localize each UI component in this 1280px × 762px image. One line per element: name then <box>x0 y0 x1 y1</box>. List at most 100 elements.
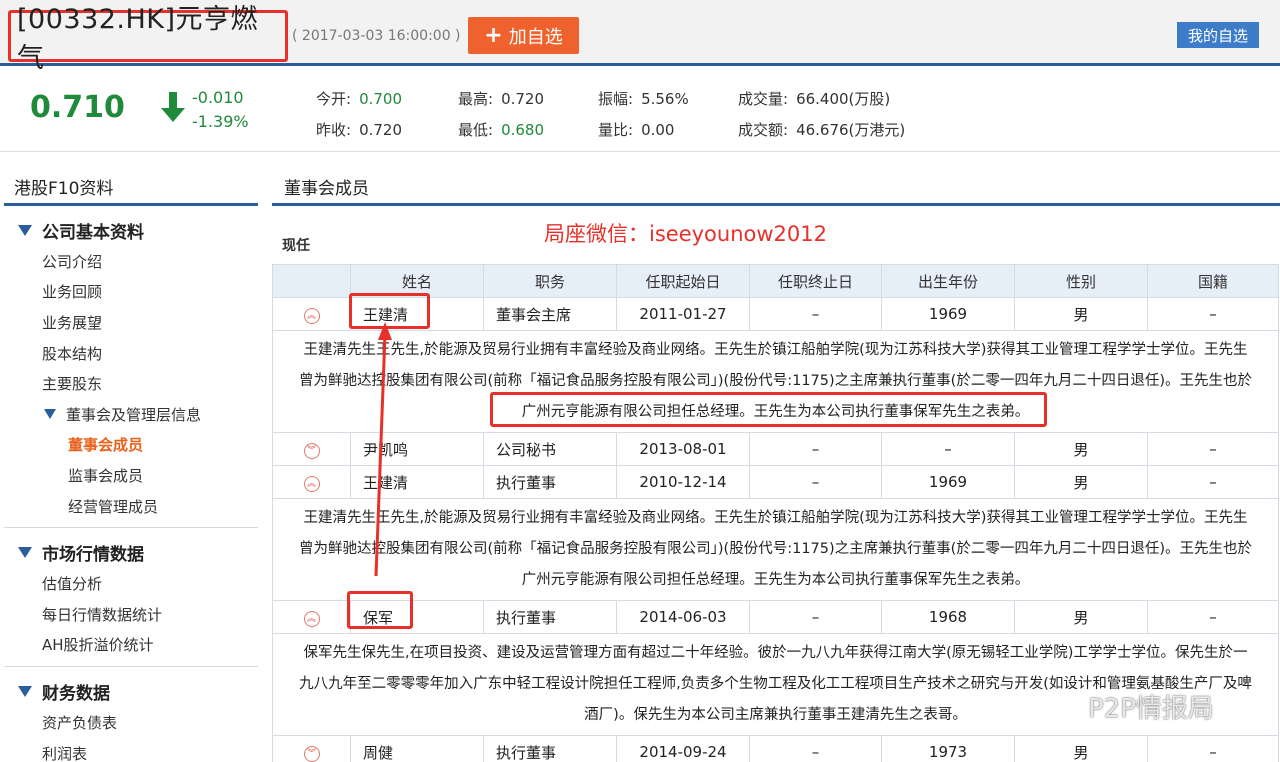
member-birth-year: 1973 <box>881 735 1015 762</box>
sidebar-item-ah-premium[interactable]: AH股折溢价统计 <box>4 630 258 661</box>
stock-title: [00332.HK]元亨燃气 <box>8 4 288 74</box>
member-end-date: – <box>749 600 882 634</box>
change-percent: -1.39% <box>192 112 249 131</box>
last-price: 0.710 <box>30 90 125 125</box>
sidebar-item-company-intro[interactable]: 公司介绍 <box>4 246 258 277</box>
sidebar-item-daily-stats[interactable]: 每日行情数据统计 <box>4 599 258 630</box>
stat-high: 最高: 0.720 <box>458 90 545 108</box>
sidebar-section-finance-header[interactable]: 财务数据 <box>4 675 258 707</box>
collapse-toggle[interactable]: ︽ <box>272 297 351 331</box>
watermark-text: P2P情报局 <box>1088 694 1214 724</box>
wechat-icon <box>1041 692 1081 721</box>
bio-line: 王建清先生王先生,於能源及贸易行业拥有丰富经验及商业网络。王先生於镇江船舶学院(… <box>303 510 1248 526</box>
quote-panel: 0.710 -0.010 -1.39% 今开: 0.700 最高: 0.720 振幅… <box>0 70 1280 152</box>
bio-row: 王建清先生王先生,於能源及贸易行业拥有丰富经验及商业网络。王先生於镇江船舶学院(… <box>272 498 1279 601</box>
chevron-down-icon: ︾ <box>303 746 320 762</box>
sidebar-section-market: 市场行情数据 估值分析 每日行情数据统计 AH股折溢价统计 <box>4 536 258 668</box>
add-to-watchlist-button[interactable]: + 加自选 <box>468 17 579 54</box>
stat-turnover: 成交额: 46.676(万港元) <box>738 121 906 139</box>
expand-toggle[interactable]: ︾ <box>272 432 351 466</box>
column-header <box>272 264 351 298</box>
sidebar-section-finance: 财务数据 资产负债表 利润表 <box>4 675 258 762</box>
column-header: 任职终止日 <box>749 264 882 298</box>
my-watchlist-button[interactable]: 我的自选 <box>1177 22 1259 48</box>
sidebar-item-supervisors[interactable]: 监事会成员 <box>4 460 258 491</box>
sidebar-item-share-structure[interactable]: 股本结构 <box>4 338 258 369</box>
section-title: 董事会成员 <box>272 170 1280 206</box>
sidebar-item-board-members[interactable]: 董事会成员 <box>4 430 258 461</box>
bio-line: 王建清先生王先生,於能源及贸易行业拥有丰富经验及商业网络。王先生於镇江船舶学院(… <box>303 342 1248 358</box>
member-end-date: – <box>749 465 882 499</box>
member-position: 执行董事 <box>483 735 617 762</box>
sidebar-item-income-statement[interactable]: 利润表 <box>4 738 258 762</box>
highlight-box-name <box>347 591 413 629</box>
member-position: 执行董事 <box>483 600 617 634</box>
member-start-date: 2013-08-01 <box>616 432 750 466</box>
f10-sidebar: 港股F10资料 公司基本资料 公司介绍 业务回顾 业务展望 股本结构 主要股东 … <box>4 170 258 762</box>
column-header: 职务 <box>483 264 617 298</box>
add-to-watchlist-label: 加自选 <box>508 26 563 48</box>
member-nationality: – <box>1147 465 1279 499</box>
current-label: 现任 <box>282 238 310 254</box>
column-header: 出生年份 <box>881 264 1015 298</box>
sidebar-section-company-header[interactable]: 公司基本资料 <box>4 214 258 246</box>
member-position: 董事会主席 <box>483 297 617 331</box>
column-header: 国籍 <box>1147 264 1279 298</box>
member-gender: 男 <box>1014 465 1148 499</box>
sidebar-title: 港股F10资料 <box>4 170 258 206</box>
sidebar-group-management[interactable]: 董事会及管理层信息 <box>4 399 258 430</box>
stat-open: 今开: 0.700 <box>316 90 403 108</box>
watermark: P2P情报局 <box>1040 688 1214 725</box>
change-value: -0.010 <box>192 88 244 107</box>
collapse-toggle[interactable]: ︽ <box>272 600 351 634</box>
column-header: 任职起始日 <box>616 264 750 298</box>
expand-toggle[interactable]: ︾ <box>272 735 351 762</box>
member-gender: 男 <box>1014 432 1148 466</box>
price-change: -0.010 -1.39% <box>192 86 249 134</box>
sidebar-item-balance-sheet[interactable]: 资产负债表 <box>4 707 258 738</box>
member-end-date: – <box>749 735 882 762</box>
sidebar-section-market-header[interactable]: 市场行情数据 <box>4 536 258 568</box>
chevron-up-icon: ︽ <box>303 611 320 628</box>
section-label: 公司基本资料 <box>42 222 144 243</box>
table-row: ︾ 周健 执行董事 2014-09-24 – 1973 男 – <box>272 735 1279 762</box>
member-birth-year: 1969 <box>881 297 1015 331</box>
member-start-date: 2014-09-24 <box>616 735 750 762</box>
triangle-down-icon <box>44 409 56 420</box>
member-nationality: – <box>1147 432 1279 466</box>
stat-low: 最低: 0.680 <box>458 121 545 139</box>
sidebar-item-major-shareholders[interactable]: 主要股东 <box>4 368 258 399</box>
section-label: 财务数据 <box>42 683 110 704</box>
annotation-arrow-icon <box>374 322 392 577</box>
section-label: 市场行情数据 <box>42 544 144 565</box>
collapse-toggle[interactable]: ︽ <box>272 465 351 499</box>
member-birth-year: 1968 <box>881 600 1015 634</box>
sidebar-item-valuation[interactable]: 估值分析 <box>4 568 258 599</box>
member-name: 周健 <box>350 735 484 762</box>
triangle-down-icon <box>18 224 32 236</box>
sidebar-item-business-outlook[interactable]: 业务展望 <box>4 307 258 338</box>
member-start-date: 2010-12-14 <box>616 465 750 499</box>
plus-icon: + <box>484 22 503 48</box>
quote-timestamp: ( 2017-03-03 16:00:00 ) <box>292 28 461 44</box>
highlight-box-bio <box>490 392 1047 427</box>
member-gender: 男 <box>1014 297 1148 331</box>
sidebar-section-company: 公司基本资料 公司介绍 业务回顾 业务展望 股本结构 主要股东 董事会及管理层信… <box>4 214 258 529</box>
member-position: 执行董事 <box>483 465 617 499</box>
chevron-up-icon: ︽ <box>303 308 320 325</box>
sidebar-item-business-review[interactable]: 业务回顾 <box>4 277 258 308</box>
member-end-date: – <box>749 297 882 331</box>
overlay-wechat-text: 局座微信：iseeyounow2012 <box>544 222 827 246</box>
group-label: 董事会及管理层信息 <box>66 405 202 424</box>
member-nationality: – <box>1147 600 1279 634</box>
stat-volume: 成交量: 66.400(万股) <box>738 90 891 108</box>
bio-line: 广州元亨能源有限公司担任总经理。王先生为本公司执行董事保军先生之表弟。 <box>521 572 1030 588</box>
member-gender: 男 <box>1014 735 1148 762</box>
arrow-down-icon <box>161 92 185 122</box>
sidebar-item-executives[interactable]: 经营管理成员 <box>4 491 258 522</box>
stock-header: [00332.HK]元亨燃气 ( 2017-03-03 16:00:00 ) +… <box>0 0 1280 74</box>
triangle-down-icon <box>18 546 32 558</box>
member-nationality: – <box>1147 297 1279 331</box>
member-birth-year: 1969 <box>881 465 1015 499</box>
chevron-down-icon: ︾ <box>303 443 320 460</box>
